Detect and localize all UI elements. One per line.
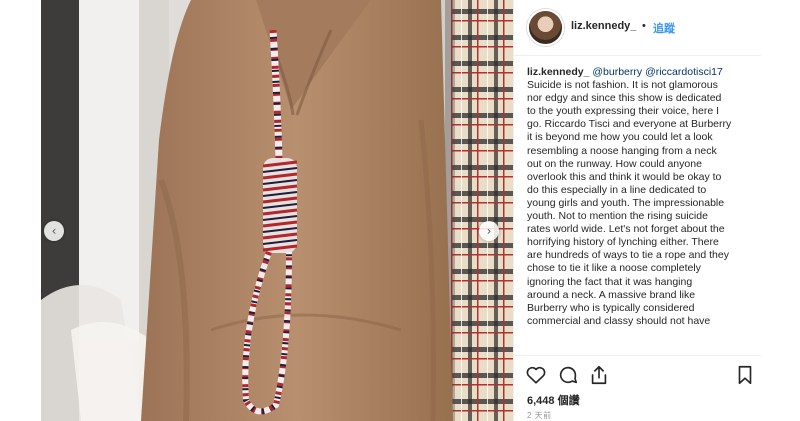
chevron-right-icon: › [486,224,492,238]
caption-username[interactable]: liz.kennedy_ [527,66,589,78]
caption-text: Suicide is not fashion. It is not glamor… [527,79,732,327]
post-timestamp[interactable]: 2 天前 [527,410,552,421]
hoodie-noose-image [41,0,513,421]
follow-button[interactable]: 追蹤 [653,20,675,36]
post-photo[interactable]: ‹ › [41,0,513,421]
post-header: liz.kennedy_ • 追蹤 [514,0,761,56]
post-info-panel: liz.kennedy_ • 追蹤 liz.kennedy_ @burberry… [513,0,761,421]
separator-dot: • [642,20,646,32]
mention-burberry[interactable]: @burberry [592,66,642,78]
bookmark-icon[interactable] [734,364,756,386]
comment-icon[interactable] [557,364,579,386]
mention-riccardotisci[interactable]: @riccardotisci17 [645,66,723,78]
carousel-next-button[interactable]: › [479,221,499,241]
chevron-left-icon: ‹ [51,224,57,238]
heart-icon[interactable] [525,364,547,386]
share-icon[interactable] [588,364,610,386]
avatar[interactable] [527,9,564,46]
post-caption: liz.kennedy_ @burberry @riccardotisci17 … [527,66,759,352]
action-bar: 6,448 個讚 2 天前 [514,355,761,421]
username-link[interactable]: liz.kennedy_ [571,20,636,32]
like-count[interactable]: 6,448 個讚 [527,392,580,408]
carousel-prev-button[interactable]: ‹ [44,221,64,241]
